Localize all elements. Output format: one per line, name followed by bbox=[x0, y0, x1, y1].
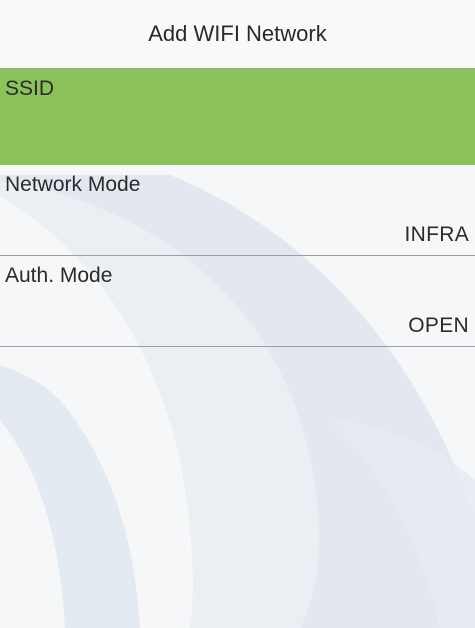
auth-mode-field[interactable]: Auth. Mode OPEN bbox=[0, 256, 475, 347]
auth-mode-label: Auth. Mode bbox=[5, 264, 113, 287]
network-mode-value: INFRA bbox=[404, 223, 469, 246]
ssid-field[interactable]: SSID bbox=[0, 69, 475, 165]
wifi-add-screen: Add WIFI Network SSID Network Mode INFRA… bbox=[0, 0, 475, 628]
network-mode-field[interactable]: Network Mode INFRA bbox=[0, 165, 475, 256]
network-mode-label: Network Mode bbox=[5, 173, 141, 196]
auth-mode-value: OPEN bbox=[408, 314, 469, 337]
page-title: Add WIFI Network bbox=[0, 0, 475, 69]
ssid-label: SSID bbox=[5, 77, 55, 100]
